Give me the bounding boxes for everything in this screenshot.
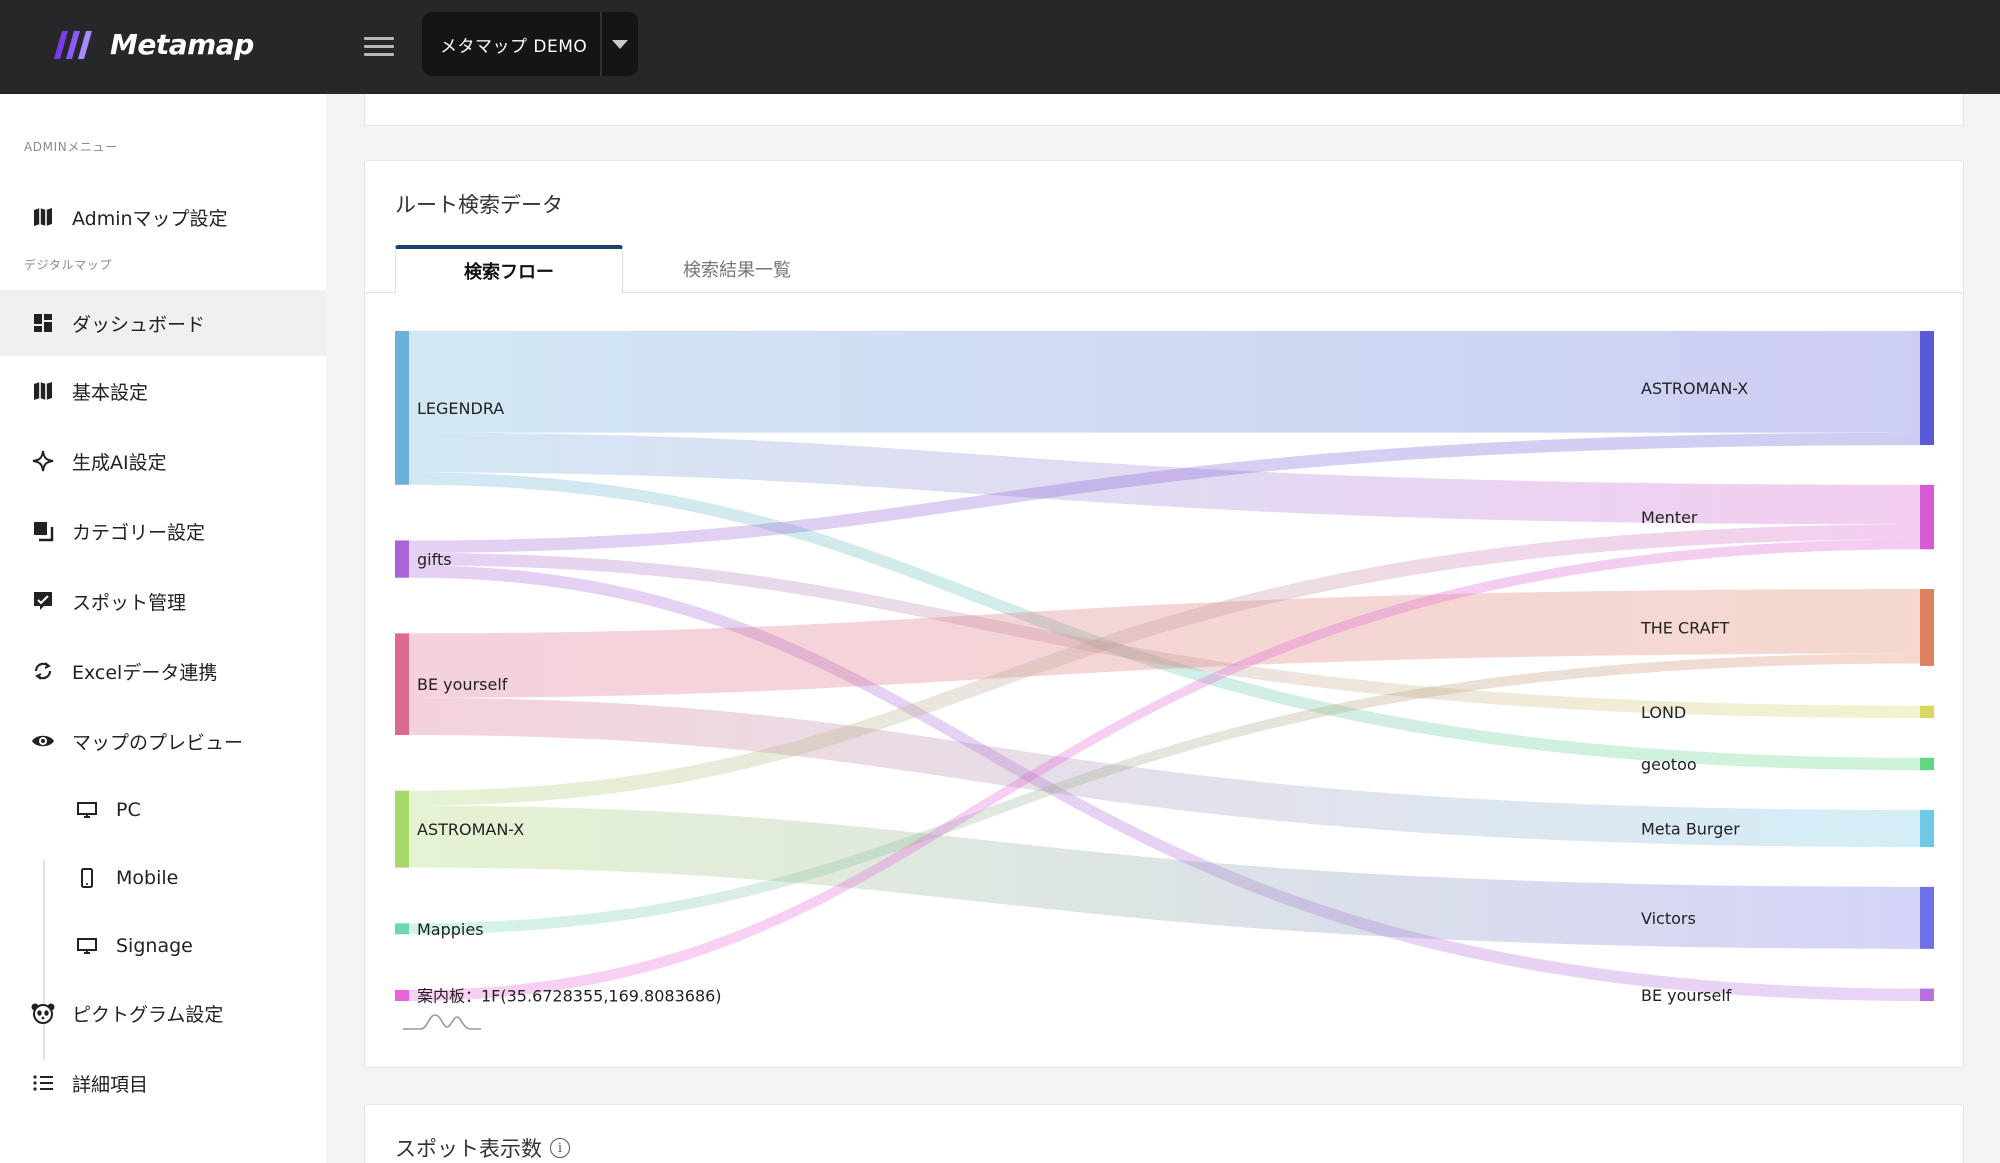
target-node[interactable]: [1920, 331, 1934, 446]
category-icon: [30, 518, 56, 544]
top-bar: Metamap メタマップ DEMO: [0, 0, 2000, 94]
route-search-title: ルート検索データ: [395, 193, 563, 217]
sidebar-item-label: ダッシュボード: [72, 313, 206, 336]
target-node-label: BE yourself: [1641, 986, 1732, 1005]
sidebar-item-excel-sync[interactable]: Excelデータ連携: [0, 638, 326, 704]
target-node[interactable]: [1920, 705, 1934, 719]
source-node-label: 案内板：1F(35.6728355,169.8083686): [417, 987, 722, 1006]
list-icon: [30, 1070, 56, 1096]
monitor-icon: [74, 797, 100, 823]
hamburger-line: [364, 45, 394, 48]
source-node[interactable]: [395, 331, 409, 485]
source-node[interactable]: [395, 790, 409, 868]
menu-toggle-button[interactable]: [364, 34, 394, 60]
sidebar-item-pictogram-settings[interactable]: ピクトグラム設定: [0, 980, 326, 1046]
sankey-links: [409, 331, 1920, 1001]
target-node-label: Meta Burger: [1641, 820, 1740, 839]
spot-display-title-wrap: スポット表示数 i: [395, 1133, 570, 1163]
monitor-icon: [74, 933, 100, 959]
sidebar-item-details[interactable]: 詳細項目: [0, 1050, 326, 1116]
source-node-label: ASTROMAN-X: [417, 820, 524, 839]
mobile-icon: [74, 865, 100, 891]
tab-search-flow[interactable]: 検索フロー: [395, 245, 623, 294]
source-node[interactable]: [395, 633, 409, 736]
chart-watermark-icon: [403, 1014, 481, 1030]
chevron-down-icon: [612, 39, 628, 49]
source-node[interactable]: [395, 923, 409, 935]
tab-search-results[interactable]: 検索結果一覧: [623, 245, 851, 293]
project-name: メタマップ DEMO: [440, 36, 588, 57]
sidebar-item-basic-settings[interactable]: 基本設定: [0, 358, 326, 424]
sidebar-item-label: Excelデータ連携: [72, 661, 218, 684]
sidebar-subitem-signage[interactable]: Signage: [68, 918, 318, 974]
sidebar-item-label: Adminマップ設定: [72, 207, 228, 230]
sidebar: ADMINメニュー Adminマップ設定 デジタルマップ ダッシュボード 基本設…: [0, 94, 326, 1163]
target-node[interactable]: [1920, 484, 1934, 550]
route-search-tabs: 検索フロー 検索結果一覧: [365, 245, 1963, 294]
target-node[interactable]: [1920, 886, 1934, 949]
source-node-label: BE yourself: [417, 675, 508, 694]
target-node-label: Victors: [1641, 909, 1696, 928]
sidebar-item-label: Mobile: [116, 867, 179, 889]
sidebar-item-label: 基本設定: [72, 381, 149, 404]
section-label-digital: デジタルマップ: [24, 258, 112, 272]
spot-icon: [30, 588, 56, 614]
source-node-label: LEGENDRA: [417, 399, 504, 418]
sidebar-item-spot-management[interactable]: スポット管理: [0, 568, 326, 634]
eye-icon: [30, 728, 56, 754]
source-node[interactable]: [395, 540, 409, 578]
panda-icon: [30, 1000, 56, 1026]
sidebar-subitem-pc[interactable]: PC: [68, 782, 318, 838]
sankey-link[interactable]: [409, 589, 1920, 698]
project-select[interactable]: メタマップ DEMO: [422, 12, 638, 76]
sankey-chart: LEGENDRA gifts BE yourself ASTROMAN-X Mappie…: [395, 331, 1934, 1006]
previous-card: [364, 94, 1964, 126]
sidebar-item-label: PC: [116, 799, 141, 821]
target-node[interactable]: [1920, 589, 1934, 666]
sidebar-item-category-settings[interactable]: カテゴリー設定: [0, 498, 326, 564]
sidebar-item-ai-settings[interactable]: 生成AI設定: [0, 428, 326, 494]
target-node[interactable]: [1920, 988, 1934, 1001]
target-node-label: THE CRAFT: [1640, 618, 1730, 637]
source-node-label: gifts: [417, 550, 452, 569]
sidebar-item-label: スポット管理: [72, 591, 187, 614]
section-label-admin: ADMINメニュー: [24, 140, 118, 154]
target-node[interactable]: [1920, 809, 1934, 848]
logo-text: Metamap: [110, 28, 254, 61]
info-icon[interactable]: i: [550, 1138, 570, 1158]
map-icon: [30, 204, 56, 230]
route-search-card: ルート検索データ 検索フロー 検索結果一覧 LEGENDRA gifts BE yo…: [364, 160, 1964, 1068]
project-dropdown-button[interactable]: [602, 12, 638, 76]
sidebar-item-label: 詳細項目: [72, 1073, 149, 1096]
sidebar-item-label: マップのプレビュー: [72, 731, 244, 754]
dashboard-icon: [30, 310, 56, 336]
target-node-label: Menter: [1641, 508, 1698, 527]
target-node-label: ASTROMAN-X: [1641, 379, 1748, 398]
sidebar-item-label: 生成AI設定: [72, 451, 167, 474]
logo-mark-icon: [54, 30, 92, 59]
sidebar-item-map-preview[interactable]: マップのプレビュー: [0, 708, 326, 774]
target-node-label: LOND: [1641, 703, 1686, 722]
sync-icon: [30, 658, 56, 684]
spot-display-card: スポット表示数 i: [364, 1104, 1964, 1163]
hamburger-line: [364, 53, 394, 56]
sidebar-item-label: カテゴリー設定: [72, 521, 206, 544]
sparkle-icon: [30, 448, 56, 474]
metamap-logo[interactable]: Metamap: [52, 28, 254, 61]
sidebar-item-dashboard[interactable]: ダッシュボード: [0, 290, 326, 356]
target-node[interactable]: [1920, 757, 1934, 771]
hamburger-line: [364, 37, 394, 40]
sidebar-item-label: Signage: [116, 935, 193, 957]
sidebar-item-label: ピクトグラム設定: [72, 1003, 224, 1026]
target-node-label: geotoo: [1641, 755, 1697, 774]
sidebar-subitem-mobile[interactable]: Mobile: [68, 850, 318, 906]
sidebar-item-admin-map[interactable]: Adminマップ設定: [0, 184, 326, 250]
source-node-label: Mappies: [417, 920, 484, 939]
map-icon: [30, 378, 56, 404]
spot-display-title: スポット表示数: [395, 1137, 542, 1161]
source-node[interactable]: [395, 990, 409, 1001]
